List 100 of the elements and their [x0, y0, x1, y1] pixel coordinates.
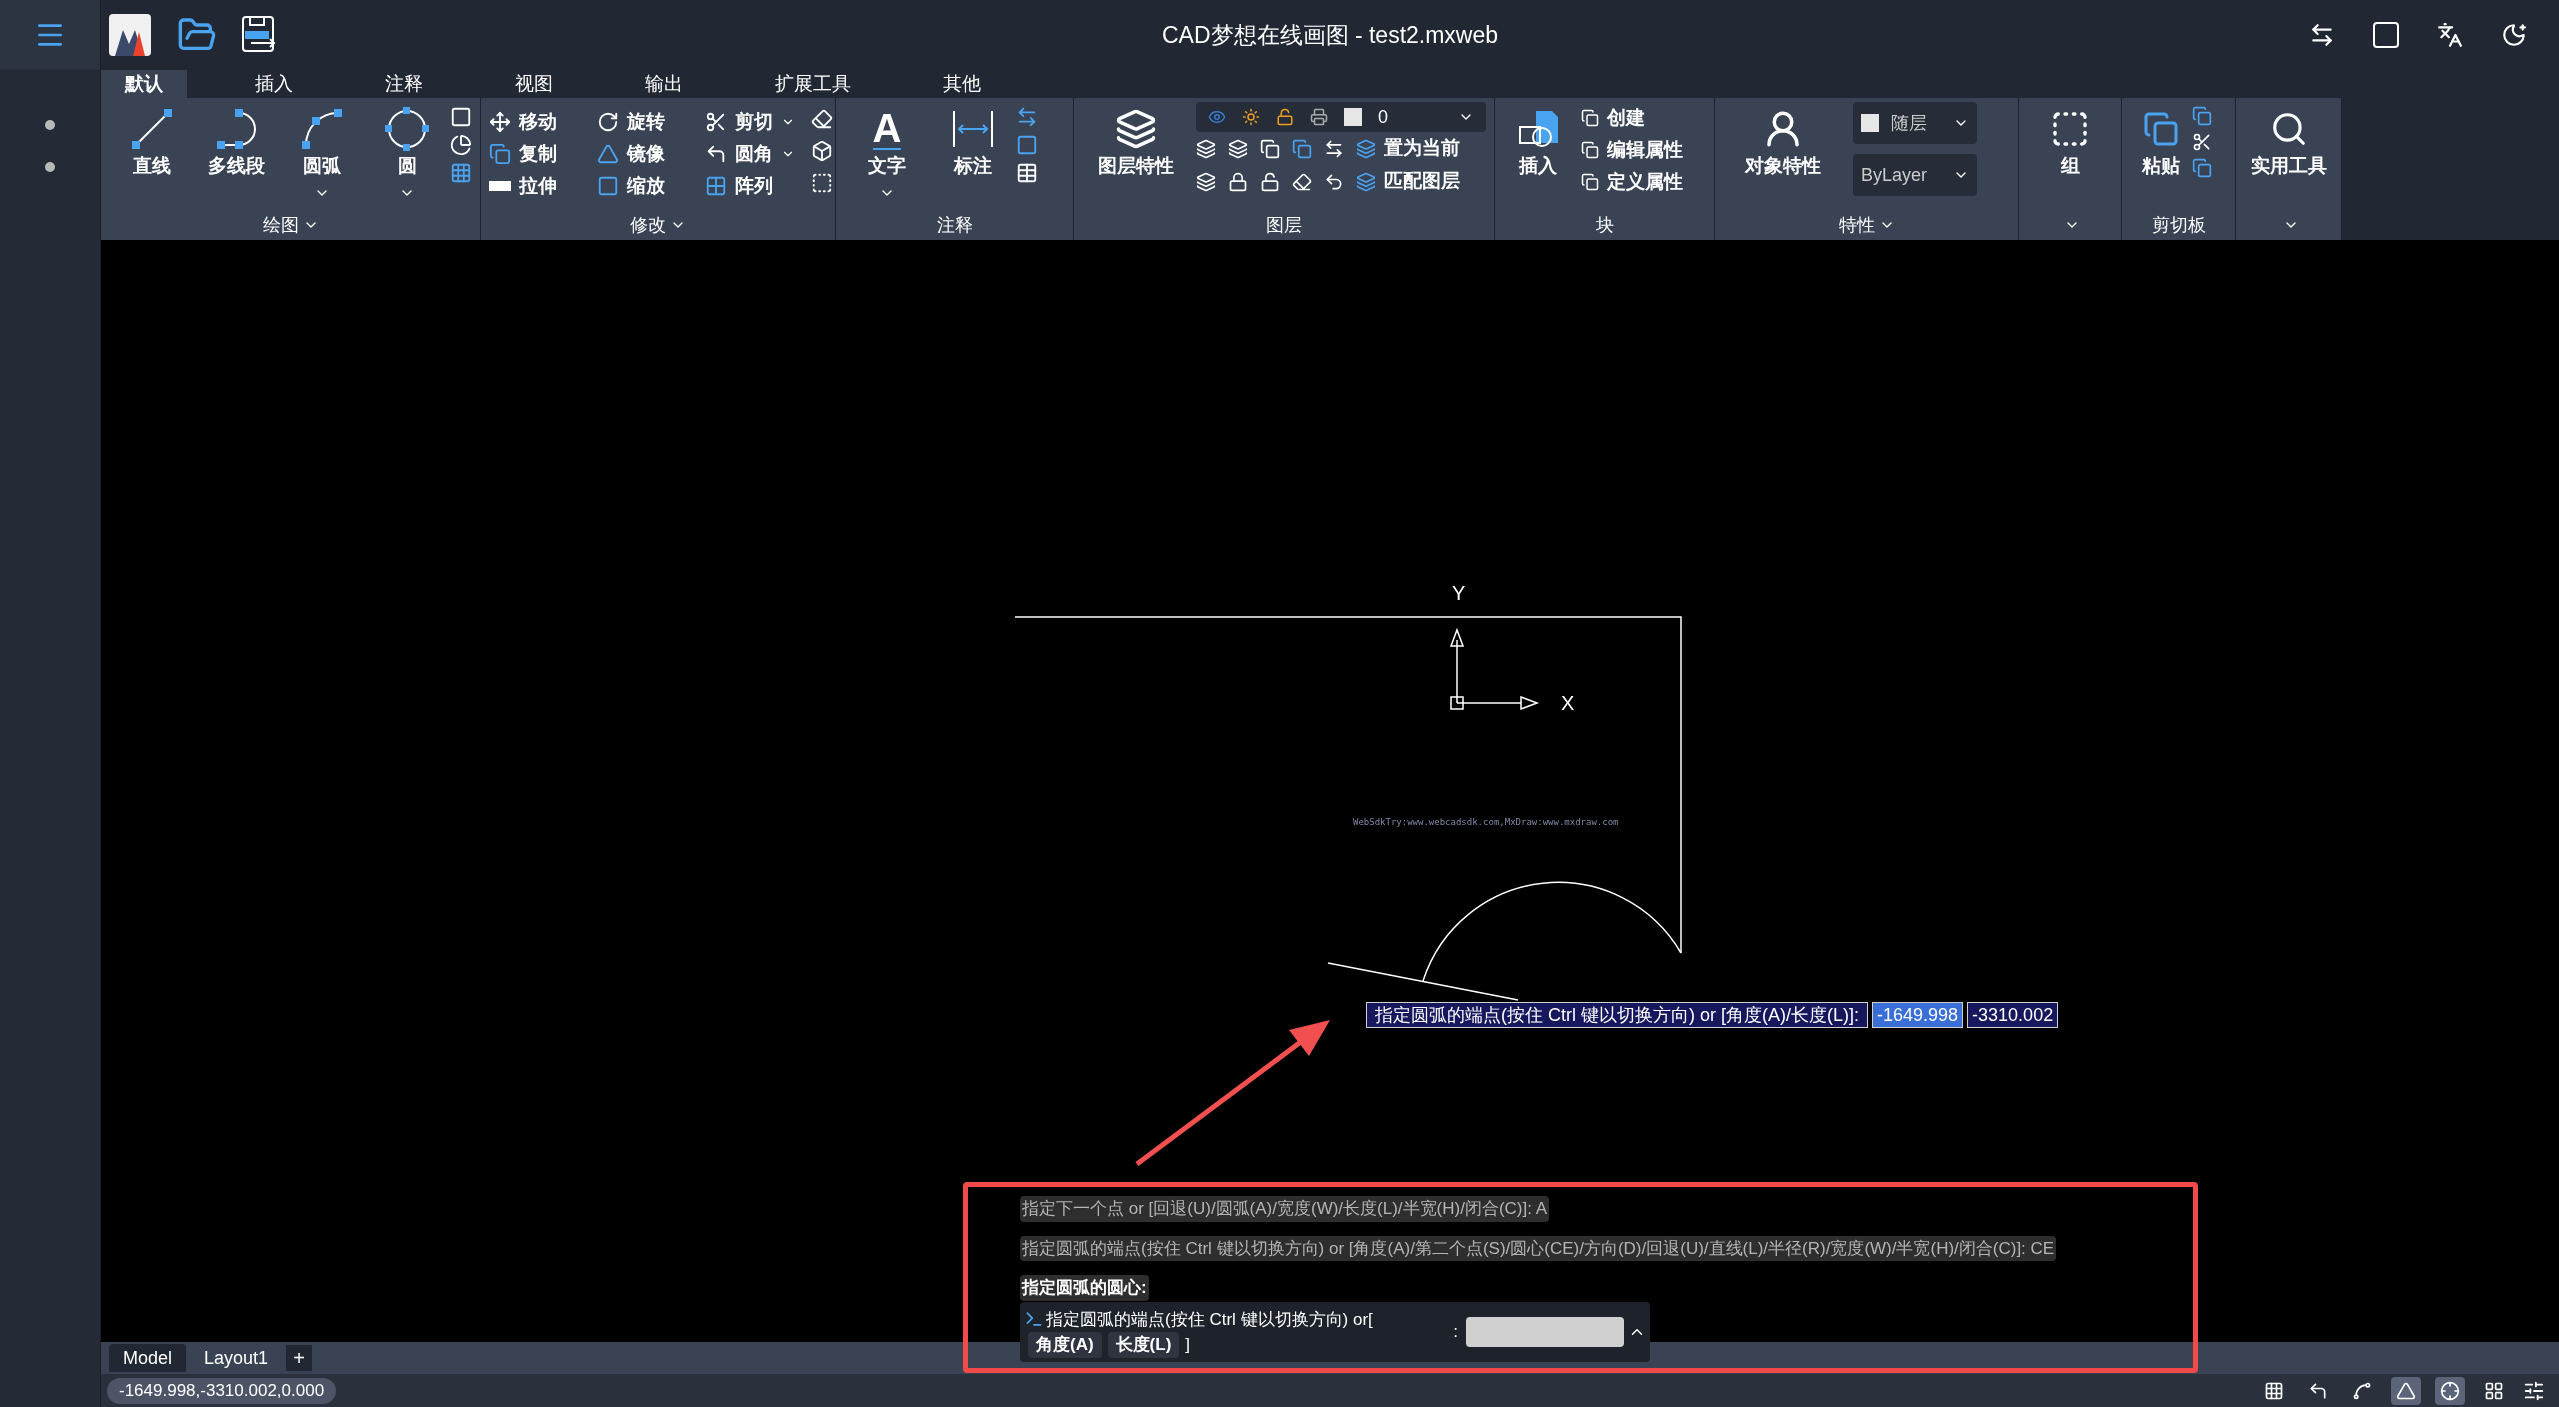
circle-tool-icon — [385, 107, 430, 151]
add-tab-button[interactable]: + — [286, 1345, 313, 1371]
layer-dropdown[interactable]: 0 — [1196, 102, 1486, 132]
ribbon-tool-button[interactable]: 圆 — [364, 102, 450, 201]
toggle-icon — [2264, 1380, 2284, 1401]
axis-label: X — [1561, 692, 1575, 714]
ribbon-tool-button[interactable]: 实用工具 — [2244, 102, 2333, 181]
ribbon-tool-button[interactable]: 剪切 — [705, 106, 805, 138]
dark-mode-icon[interactable] — [2501, 22, 2527, 48]
copy-icon[interactable] — [2192, 106, 2212, 126]
ribbon-tool-button[interactable]: 复制 — [489, 138, 589, 170]
table-icon[interactable] — [1016, 162, 1038, 184]
ribbon-tab[interactable]: 插入 — [231, 70, 317, 98]
ribbon-tool-button[interactable]: 阵列 — [705, 170, 805, 202]
cube-icon[interactable] — [811, 140, 833, 162]
watermark-text: WebSdkTry:www.webcadsdk.com,MxDraw:www.mxdraw.com — [1353, 817, 1619, 827]
ribbon-tool-button[interactable]: 标注 — [930, 102, 1016, 181]
eraser-icon[interactable] — [1292, 171, 1312, 192]
layer-tool-icon[interactable] — [1260, 138, 1280, 159]
ribbon-tool-button[interactable]: 组 — [2027, 102, 2113, 181]
ribbon-tab[interactable]: 其他 — [919, 70, 1005, 98]
ribbon-tool-button[interactable]: 镜像 — [597, 138, 697, 170]
status-toggle[interactable] — [2435, 1376, 2465, 1405]
toggle-icon — [2484, 1380, 2504, 1401]
ribbon-tool-button[interactable]: 多线段 — [194, 102, 280, 181]
save-web-icon[interactable] — [241, 15, 277, 55]
ribbon-tool-button[interactable]: A 文字 — [844, 102, 930, 201]
prompt-text: 指定圆弧的端点(按住 Ctrl 键以切换方向) or[ — [1046, 1308, 1373, 1331]
ribbon-tool-button[interactable]: 移动 — [489, 106, 589, 138]
block-tool-icon — [1581, 173, 1599, 191]
layer-tool-icon[interactable] — [1196, 171, 1216, 192]
swap-icon[interactable] — [2309, 22, 2335, 48]
lock-icon[interactable] — [1228, 171, 1248, 192]
panel-title: 注释 — [936, 213, 973, 237]
settings-icon[interactable] — [2523, 1379, 2545, 1402]
toggle-icon — [2396, 1380, 2416, 1401]
toggle-icon — [2352, 1380, 2372, 1401]
ribbon-tab[interactable]: 默认 — [101, 70, 187, 98]
status-toggle[interactable] — [2391, 1376, 2421, 1405]
duplicate-icon[interactable] — [2192, 158, 2212, 178]
eraser-icon[interactable] — [811, 108, 833, 130]
cut-icon[interactable] — [2192, 132, 2212, 152]
dashed-square-icon[interactable] — [811, 172, 833, 194]
linetype-select[interactable]: ByLayer — [1853, 154, 1977, 196]
command-input[interactable] — [1466, 1317, 1624, 1347]
ribbon-tool-button[interactable]: 对象特性 — [1723, 102, 1843, 181]
block-tool-icon — [1581, 109, 1599, 127]
layout-tab[interactable]: Layout1 — [190, 1344, 283, 1372]
layer-tool-icon[interactable] — [1228, 138, 1248, 159]
hatch-icon[interactable] — [450, 162, 472, 184]
ribbon-tab[interactable]: 输出 — [621, 70, 707, 98]
panel-title: 绘图 — [262, 213, 299, 237]
layer-tool-icon[interactable] — [1196, 138, 1216, 159]
unlock-icon[interactable] — [1260, 171, 1280, 192]
ribbon-tool-button[interactable]: 置为当前 — [1356, 132, 1460, 165]
coordinate-input[interactable]: -1649.998 — [1872, 1002, 1964, 1028]
color-swatch — [1861, 114, 1879, 132]
ribbon-tool-button[interactable]: 定义属性 — [1581, 166, 1683, 198]
dimension-small-icon[interactable] — [1016, 106, 1038, 128]
layers-icon — [1115, 108, 1157, 150]
ribbon-tab[interactable]: 扩展工具 — [751, 70, 875, 98]
ribbon-tool-button[interactable]: 图层特性 — [1082, 102, 1190, 181]
ribbon-tool-button[interactable]: 粘贴 — [2130, 102, 2192, 181]
dimension-icon — [951, 109, 995, 149]
panel-title: 块 — [1595, 213, 1614, 237]
ribbon-tool-button[interactable]: 旋转 — [597, 106, 697, 138]
color-select[interactable]: 随层 — [1853, 102, 1977, 144]
layout-tab[interactable]: Model — [109, 1344, 187, 1372]
ribbon-tool-button[interactable]: 直线 — [109, 102, 195, 181]
undo-icon[interactable] — [1324, 171, 1344, 192]
ribbon-tool-button[interactable]: 编辑属性 — [1581, 134, 1683, 166]
translate-icon[interactable] — [2437, 22, 2463, 48]
command-option[interactable]: 角度(A) — [1028, 1332, 1102, 1358]
arc-tool-icon — [300, 107, 345, 151]
coordinate-input[interactable]: -3310.002 — [1967, 1002, 2059, 1028]
prompt-separator: : — [1453, 1321, 1458, 1344]
copy-icon — [489, 143, 511, 165]
panel-title: 剪切板 — [2151, 213, 2206, 237]
dynamic-prompt: 指定圆弧的端点(按住 Ctrl 键以切换方向) or [角度(A)/长度(L)]: — [1366, 1002, 1868, 1028]
ribbon-tool-button[interactable]: 缩放 — [597, 170, 697, 202]
ribbon-tool-button[interactable]: 拉伸 — [489, 170, 589, 202]
ribbon-tool-button[interactable]: 圆角 — [705, 138, 805, 170]
rotate-icon — [597, 111, 619, 133]
app-logo-icon[interactable] — [109, 14, 151, 56]
ribbon-tool-button[interactable]: 创建 — [1581, 102, 1683, 134]
ribbon-tool-button[interactable]: 插入 — [1503, 102, 1573, 181]
ribbon-tool-button[interactable]: 匹配图层 — [1356, 165, 1460, 198]
rectangle-icon[interactable] — [450, 106, 472, 128]
array-icon — [705, 175, 727, 197]
panel-title: 修改 — [630, 213, 666, 237]
color-swatch — [1344, 108, 1362, 126]
command-option[interactable]: 长度(L) — [1107, 1332, 1180, 1358]
panel-title: 特性 — [1838, 213, 1875, 237]
trim-icon — [705, 111, 727, 133]
ribbon-tab[interactable]: 注释 — [361, 70, 447, 98]
ribbon-tool-button[interactable]: 圆弧 — [279, 102, 365, 201]
window-title: CAD梦想在线画图 - test2.mxweb — [1161, 20, 1499, 50]
layer-name: 0 — [1378, 105, 1388, 129]
move-icon — [489, 111, 511, 133]
ribbon-tab[interactable]: 视图 — [491, 70, 577, 98]
